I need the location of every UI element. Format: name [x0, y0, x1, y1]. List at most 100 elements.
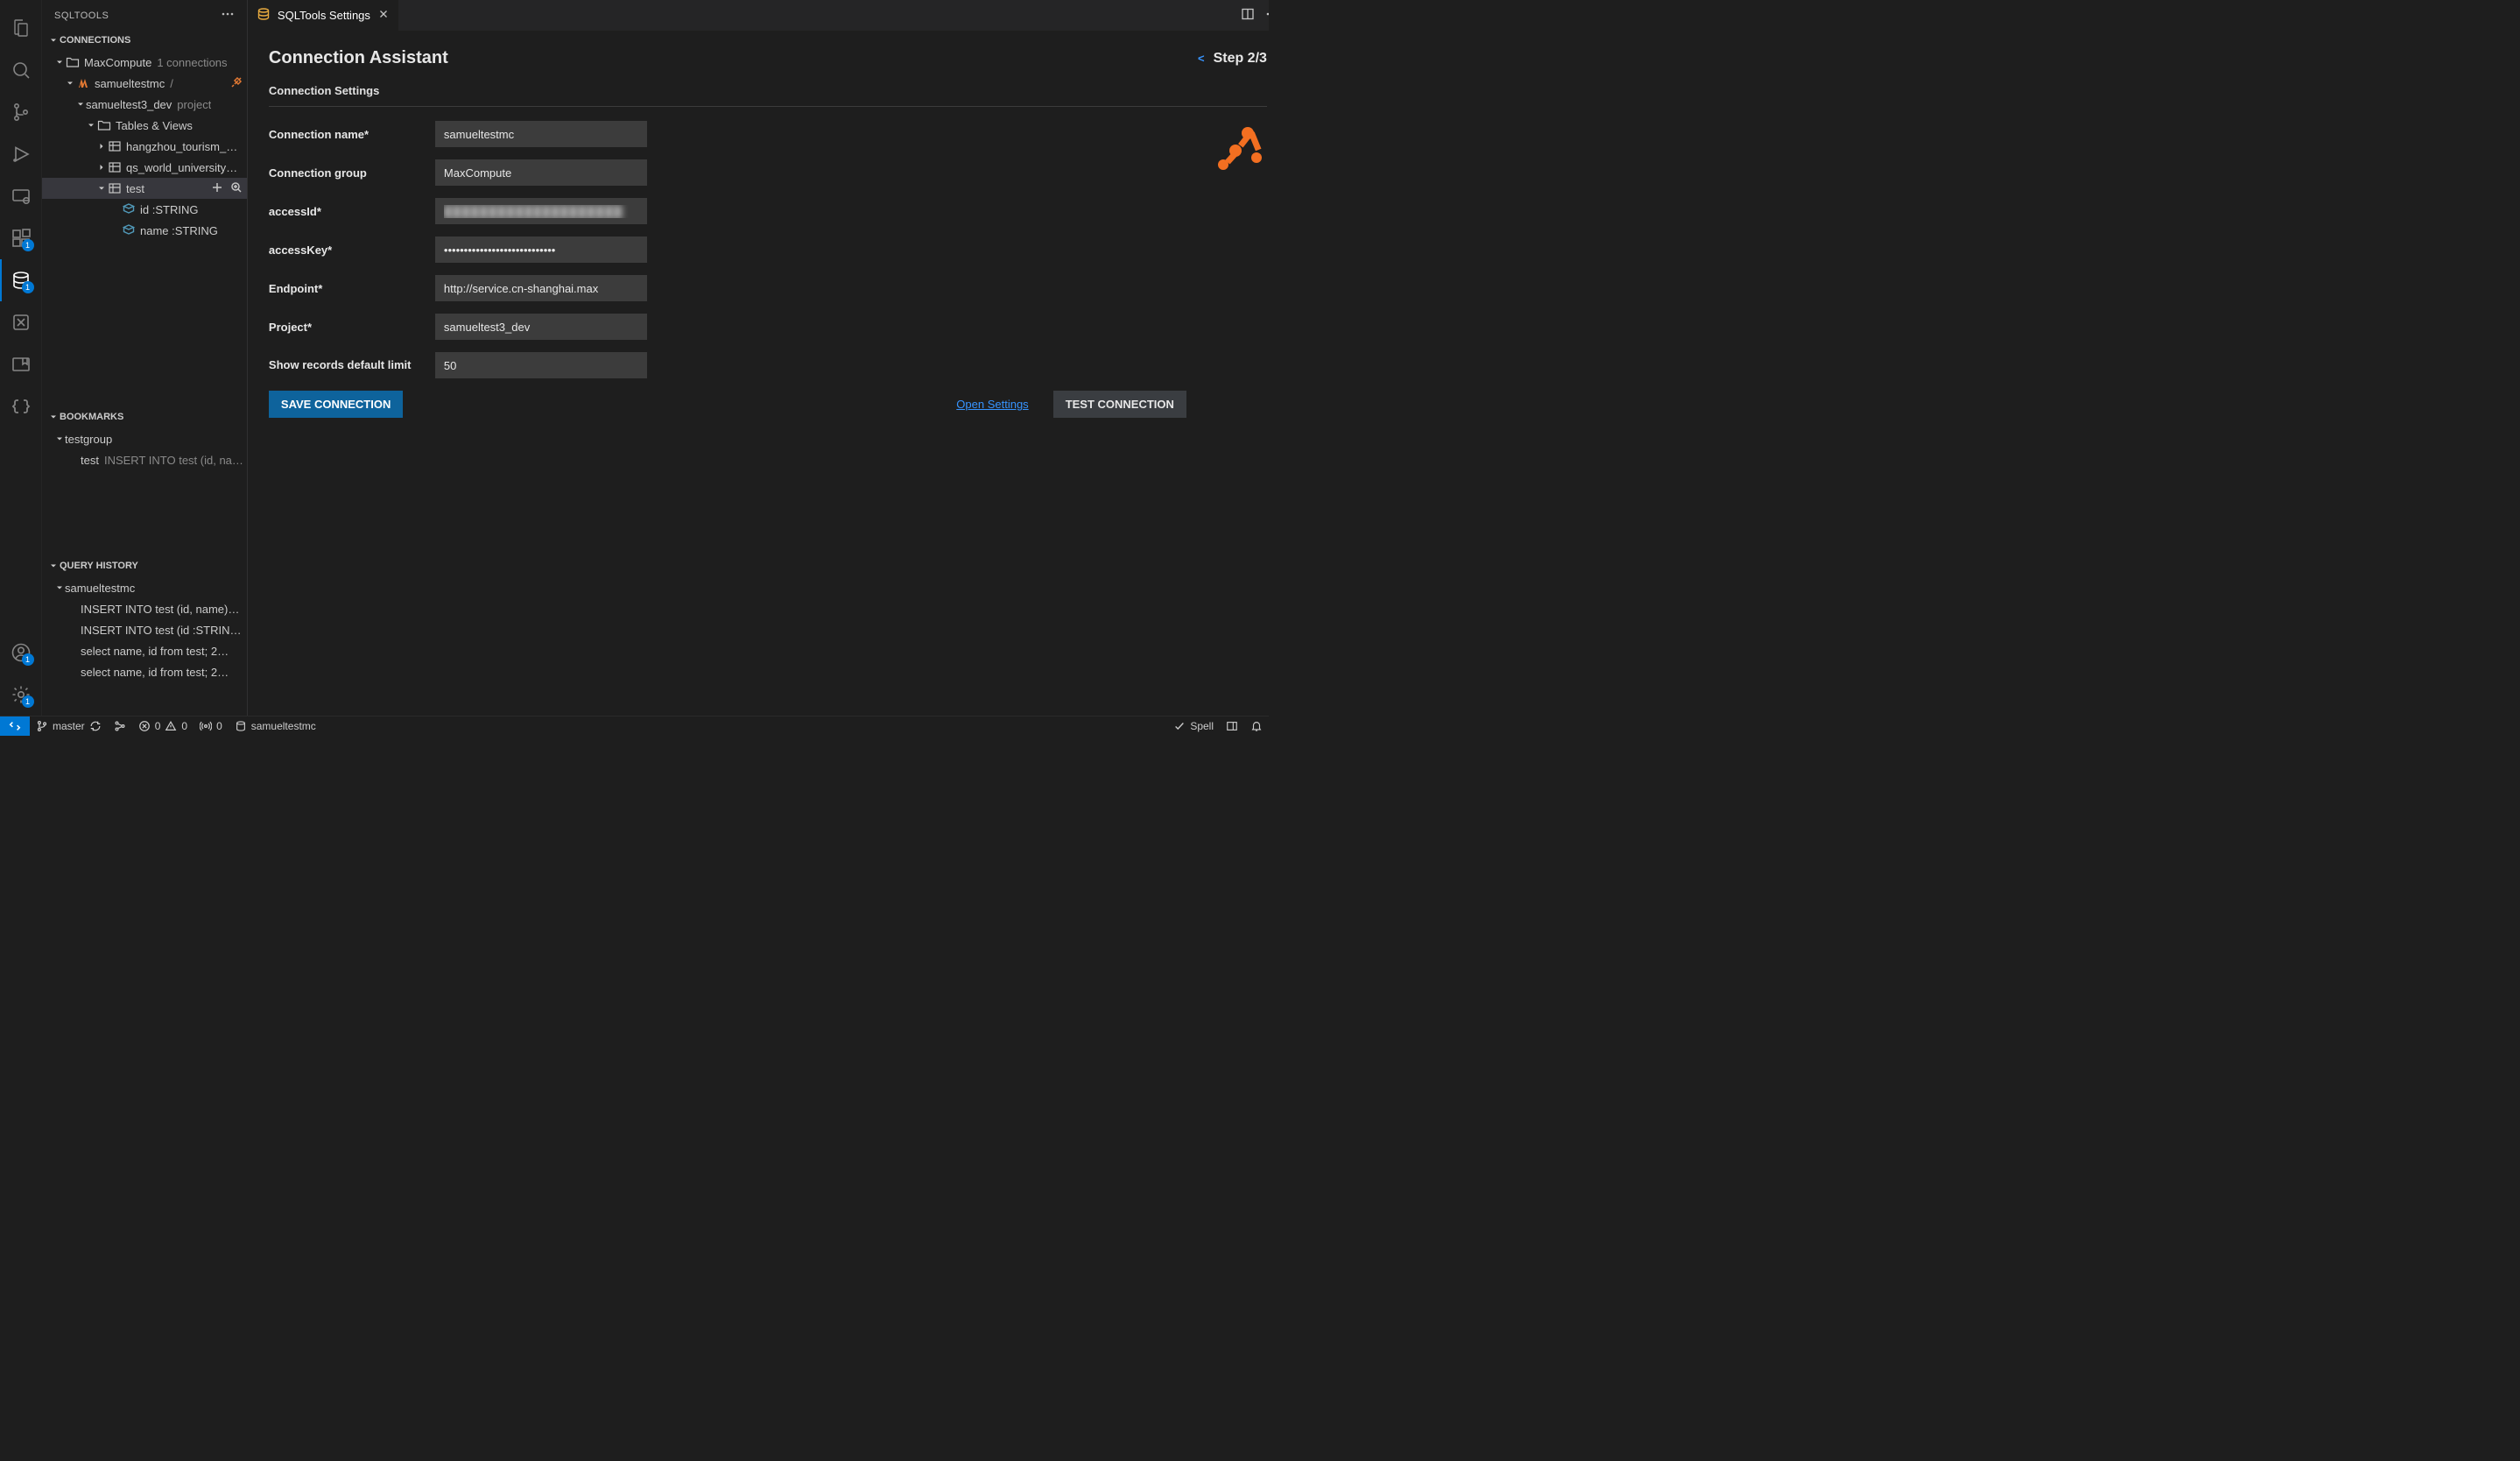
active-connection-name: samueltestmc	[251, 720, 316, 732]
connection-group-label: Connection group	[269, 166, 435, 180]
port-graph-status[interactable]	[108, 720, 132, 732]
history-connection-row[interactable]: samueltestmc	[42, 577, 247, 598]
column-icon	[121, 202, 137, 216]
settings-gear-icon[interactable]: 1	[0, 674, 42, 716]
save-connection-button[interactable]: SAVE CONNECTION	[269, 391, 403, 418]
history-panel-header[interactable]: QUERY HISTORY	[42, 556, 247, 575]
accounts-badge: 1	[22, 653, 34, 666]
history-item-label: INSERT INTO test (id, name)…	[81, 603, 239, 616]
tables-folder-row[interactable]: Tables & Views	[42, 115, 247, 136]
error-icon	[138, 720, 151, 732]
sync-icon	[89, 720, 102, 732]
project-input[interactable]	[435, 314, 647, 340]
step-back-icon[interactable]: <	[1198, 52, 1205, 65]
page-title: Connection Assistant	[269, 48, 448, 68]
tab-title: SQLTools Settings	[278, 9, 370, 22]
sqltools-icon[interactable]: 1	[0, 259, 42, 301]
bookmarks-panel-header[interactable]: BOOKMARKS	[42, 407, 247, 427]
access-key-input[interactable]	[435, 236, 647, 263]
explorer-icon[interactable]	[0, 7, 42, 49]
spell-label: Spell	[1190, 720, 1214, 732]
source-control-icon[interactable]	[0, 91, 42, 133]
column-row[interactable]: name :STRING	[42, 220, 247, 241]
connection-group-suffix: 1 connections	[157, 56, 227, 69]
project-name: samueltest3_dev	[86, 98, 172, 111]
remote-explorer-icon[interactable]	[0, 175, 42, 217]
project-suffix: project	[177, 98, 211, 111]
bookmark-item-row[interactable]: testINSERT INTO test (id, na…	[42, 449, 247, 470]
table-icon	[107, 160, 123, 174]
git-branch-status[interactable]: master	[30, 720, 108, 732]
status-bar: master 0 0 0 samueltestmc Spell	[0, 716, 1269, 735]
open-settings-link[interactable]: Open Settings	[956, 398, 1028, 411]
connection-group-row[interactable]: MaxCompute 1 connections	[42, 52, 247, 73]
history-item-row[interactable]: select name, id from test; 2…	[42, 661, 247, 682]
sqltools-badge: 1	[22, 281, 34, 293]
extensions-icon[interactable]: 1	[0, 217, 42, 259]
history-item-row[interactable]: select name, id from test; 2…	[42, 640, 247, 661]
history-item-row[interactable]: INSERT INTO test (id, name)…	[42, 598, 247, 619]
search-icon[interactable]	[0, 49, 42, 91]
sidebar-more-icon[interactable]	[221, 7, 235, 24]
table-row[interactable]: test	[42, 178, 247, 199]
chevron-down-icon	[54, 582, 65, 593]
history-connection-label: samueltestmc	[65, 582, 135, 595]
activity-bar: 1 1 1 1	[0, 0, 42, 716]
column-label: id :STRING	[140, 203, 198, 216]
testing-icon[interactable]	[0, 301, 42, 343]
database-icon	[235, 720, 247, 732]
bookmark-group-row[interactable]: testgroup	[42, 428, 247, 449]
chevron-right-icon	[96, 162, 107, 173]
bookmarks-activity-icon[interactable]	[0, 343, 42, 385]
tab-sqltools-settings[interactable]: SQLTools Settings	[248, 0, 399, 31]
split-editor-icon[interactable]	[1241, 7, 1255, 24]
plug-connected-icon[interactable]	[229, 75, 243, 92]
problems-status[interactable]: 0 0	[132, 720, 194, 732]
endpoint-input[interactable]	[435, 275, 647, 301]
folder-icon	[96, 118, 112, 132]
notifications-icon[interactable]	[1244, 720, 1269, 732]
close-icon[interactable]	[377, 8, 390, 23]
connection-row[interactable]: samueltestmc/	[42, 73, 247, 94]
limit-input[interactable]	[435, 352, 647, 378]
layout-status-icon[interactable]	[1220, 720, 1244, 732]
history-item-row[interactable]: INSERT INTO test (id :STRIN…	[42, 619, 247, 640]
column-icon	[121, 223, 137, 237]
check-icon	[1173, 720, 1186, 732]
extensions-badge: 1	[22, 239, 34, 251]
more-icon[interactable]	[1265, 7, 1269, 24]
table-label: hangzhou_tourism_…	[126, 140, 237, 153]
access-id-input[interactable]	[435, 198, 647, 224]
warning-count: 0	[181, 720, 187, 732]
endpoint-label: Endpoint*	[269, 282, 435, 295]
table-row[interactable]: qs_world_university…	[42, 157, 247, 178]
folder-icon	[65, 55, 81, 69]
chevron-down-icon	[54, 434, 65, 444]
test-connection-button[interactable]: TEST CONNECTION	[1053, 391, 1186, 418]
branch-name: master	[53, 720, 85, 732]
history-title: QUERY HISTORY	[60, 561, 138, 571]
accounts-icon[interactable]: 1	[0, 632, 42, 674]
connection-name-label: Connection name*	[269, 128, 435, 141]
history-item-label: INSERT INTO test (id :STRIN…	[81, 624, 241, 637]
remote-indicator[interactable]	[0, 716, 30, 736]
bookmarks-title: BOOKMARKS	[60, 412, 123, 422]
spell-status[interactable]: Spell	[1167, 720, 1220, 732]
add-icon[interactable]	[210, 180, 224, 197]
brackets-icon[interactable]	[0, 385, 42, 427]
run-debug-icon[interactable]	[0, 133, 42, 175]
column-label: name :STRING	[140, 224, 218, 237]
connections-panel-header[interactable]: CONNECTIONS	[42, 31, 247, 50]
column-row[interactable]: id :STRING	[42, 199, 247, 220]
magnify-icon[interactable]	[229, 180, 243, 197]
access-key-label: accessKey*	[269, 244, 435, 257]
ports-status[interactable]: 0	[194, 720, 229, 732]
table-label: test	[126, 182, 144, 195]
table-row[interactable]: hangzhou_tourism_…	[42, 136, 247, 157]
connection-group-input[interactable]	[435, 159, 647, 186]
connection-group-name: MaxCompute	[84, 56, 151, 69]
active-connection-status[interactable]: samueltestmc	[229, 720, 322, 732]
maxcompute-connection-icon	[75, 76, 91, 90]
project-row[interactable]: samueltest3_dev project	[42, 94, 247, 115]
connection-name-input[interactable]	[435, 121, 647, 147]
